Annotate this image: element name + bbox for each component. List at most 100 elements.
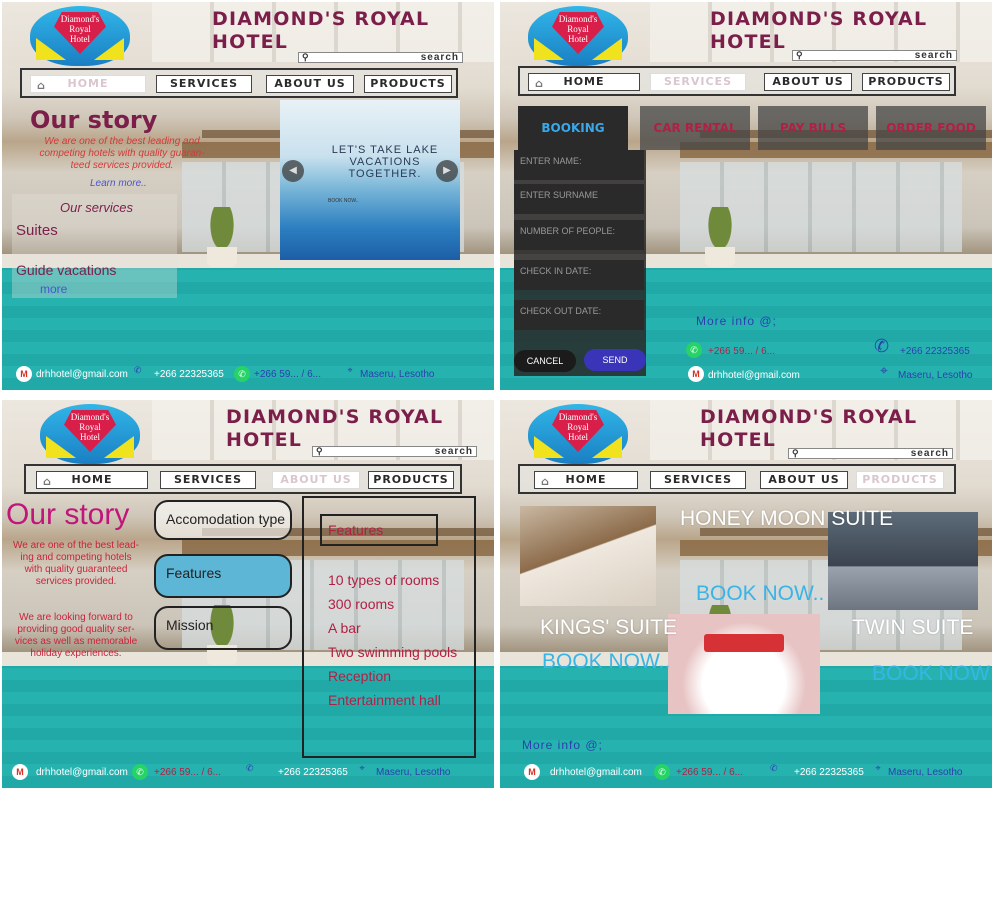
whatsapp-icon: ✆ [654, 764, 670, 780]
services-heading: Our services [60, 200, 133, 215]
service-item-guide[interactable]: Guide vacations [16, 262, 116, 278]
home-screen: Diamond's Royal Hotel DIAMOND'S ROYAL HOTEL… [2, 2, 494, 390]
email-text[interactable]: drhhotel@gmail.com [36, 369, 128, 380]
feature-item: 300 rooms [328, 596, 395, 612]
nav-products[interactable]: PRODUCTS [368, 471, 454, 489]
email-text[interactable]: drhhotel@gmail.com [36, 767, 128, 778]
cancel-button[interactable]: CANCEL [514, 350, 576, 372]
kings-suite-title: KINGS' SUITE [540, 616, 678, 639]
check-out-field[interactable]: CHECK OUT DATE: [514, 300, 644, 330]
feature-item: Reception [328, 668, 392, 684]
kings-room-image[interactable] [668, 614, 820, 714]
twin-book-now-link[interactable]: BOOK NOW [872, 662, 990, 686]
honeymoon-room-image[interactable] [520, 506, 656, 606]
services-screen: Diamond's Royal Hotel DIAMOND'S ROYAL HOTEL… [500, 2, 992, 390]
phone-text[interactable]: +266 22325365 [794, 767, 864, 778]
whatsapp-text[interactable]: +266 59... / 6... [254, 369, 321, 380]
more-info-label: More info @; [696, 314, 777, 328]
search-input[interactable]: ⚲ search [298, 52, 463, 63]
nav-services[interactable]: SERVICES [156, 75, 252, 93]
send-button[interactable]: SEND [584, 349, 646, 371]
more-link[interactable]: more [40, 282, 67, 296]
slide-caption: LET'S TAKE LAKE VACATIONS TOGETHER. [331, 144, 439, 180]
whatsapp-text[interactable]: +266 59... / 6... [154, 767, 221, 778]
next-arrow-icon[interactable]: ▶ [436, 160, 458, 182]
whatsapp-icon: ✆ [686, 342, 702, 358]
page-title: Our story [6, 498, 130, 531]
menu-accommodation-type[interactable]: Accomodation type [154, 500, 292, 540]
menu-features[interactable]: Features [154, 554, 292, 598]
twin-suite-title: TWIN SUITE [852, 616, 974, 639]
learn-more-link[interactable]: Learn more.. [90, 178, 147, 189]
nav-home[interactable]: ⌂ HOME [528, 73, 640, 91]
feature-item: Entertainment hall [328, 692, 441, 708]
hotel-logo[interactable]: Diamond's Royal Hotel [40, 404, 140, 464]
main-nav: ⌂ HOME SERVICES ABOUT US PRODUCTS [20, 68, 458, 98]
whatsapp-text[interactable]: +266 59... / 6... [708, 346, 775, 357]
hotel-logo[interactable]: Diamond's Royal Hotel [528, 6, 628, 66]
location-pin-icon: ⌖ [359, 763, 365, 773]
intro-text: We are one of the best leading and compe… [39, 136, 205, 171]
location-pin-icon: ⌖ [875, 763, 881, 773]
location-text: Maseru, Lesotho [888, 767, 963, 778]
search-icon: ⚲ [302, 52, 310, 62]
menu-mission[interactable]: Mission [154, 606, 292, 650]
about-screen: Diamond's Royal Hotel DIAMOND'S ROYAL HOTEL… [2, 400, 494, 788]
nav-products[interactable]: PRODUCTS [364, 75, 452, 93]
nav-services[interactable]: SERVICES [160, 471, 256, 489]
hotel-logo[interactable]: Diamond's Royal Hotel [528, 404, 628, 464]
email-text[interactable]: drhhotel@gmail.com [550, 767, 642, 778]
people-count-field[interactable]: NUMBER OF PEOPLE: [514, 220, 644, 250]
kings-book-now-link[interactable]: BOOK NOW.. [542, 650, 670, 674]
tab-order-food[interactable]: ORDER FOOD [876, 106, 986, 150]
email-text[interactable]: drhhotel@gmail.com [708, 370, 800, 381]
tab-car-rental[interactable]: CAR RENTAL [640, 106, 750, 150]
slide-booknow-link[interactable]: BOOK NOW.. [328, 198, 359, 204]
surname-field[interactable]: ENTER SURNAME [514, 184, 644, 214]
nav-services[interactable]: SERVICES [650, 471, 746, 489]
main-nav: ⌂ HOME SERVICES ABOUT US PRODUCTS [518, 464, 956, 494]
tab-pay-bills[interactable]: PAY BILLS [758, 106, 868, 150]
location-text: Maseru, Lesotho [376, 767, 451, 778]
phone-icon: ✆ [874, 336, 890, 356]
name-field[interactable]: ENTER NAME: [514, 150, 644, 180]
search-icon: ⚲ [796, 50, 804, 60]
search-input[interactable]: ⚲ search [792, 50, 957, 61]
nav-products[interactable]: PRODUCTS [862, 73, 950, 91]
search-input[interactable]: ⚲ search [788, 448, 953, 459]
phone-text[interactable]: +266 22325365 [154, 369, 224, 380]
location-text: Maseru, Lesotho [360, 369, 435, 380]
nav-about[interactable]: ABOUT US [266, 75, 354, 93]
image-slider: LET'S TAKE LAKE VACATIONS TOGETHER. BOOK… [280, 100, 460, 260]
hotel-title: DIAMOND'S ROYAL HOTEL [710, 8, 928, 53]
location-pin-icon: ⌖ [880, 362, 888, 378]
search-icon: ⚲ [316, 446, 324, 456]
search-input[interactable]: ⚲ search [312, 446, 477, 457]
products-screen: Diamond's Royal Hotel DIAMOND'S ROYAL HOTEL… [500, 400, 992, 788]
whatsapp-text[interactable]: +266 59... / 6... [676, 767, 743, 778]
features-panel: Features 10 types of rooms 300 rooms A b… [302, 496, 476, 758]
nav-services[interactable]: SERVICES [650, 73, 746, 91]
nav-about[interactable]: ABOUT US [760, 471, 848, 489]
feature-item: 10 types of rooms [328, 572, 440, 588]
location-pin-icon: ⌖ [347, 365, 353, 375]
nav-home[interactable]: ⌂ HOME [36, 471, 148, 489]
hotel-logo[interactable]: Diamond's Royal Hotel [30, 6, 130, 66]
main-nav: ⌂ HOME SERVICES ABOUT US PRODUCTS [24, 464, 462, 494]
hotel-title: DIAMOND'S ROYAL HOTEL [700, 406, 918, 451]
contact-footer: M drhhotel@gmail.com ✆ +266 22325365 ✆ +… [2, 364, 494, 388]
phone-text[interactable]: +266 22325365 [278, 767, 348, 778]
check-in-field[interactable]: CHECK IN DATE: [514, 260, 644, 290]
nav-home[interactable]: ⌂ HOME [534, 471, 638, 489]
about-paragraph-2: We are looking forward to providing good … [14, 612, 138, 659]
nav-products[interactable]: PRODUCTS [856, 471, 944, 489]
phone-text[interactable]: +266 22325365 [900, 346, 970, 357]
nav-home[interactable]: ⌂ HOME [30, 75, 146, 93]
more-info-label: More info @; [522, 738, 603, 752]
honeymoon-book-now-link[interactable]: BOOK NOW.. [696, 582, 824, 606]
nav-about[interactable]: ABOUT US [764, 73, 852, 91]
service-item-suites[interactable]: Suites [16, 222, 58, 239]
tab-booking[interactable]: BOOKING [518, 106, 628, 150]
nav-about[interactable]: ABOUT US [272, 471, 360, 489]
prev-arrow-icon[interactable]: ◀ [282, 160, 304, 182]
